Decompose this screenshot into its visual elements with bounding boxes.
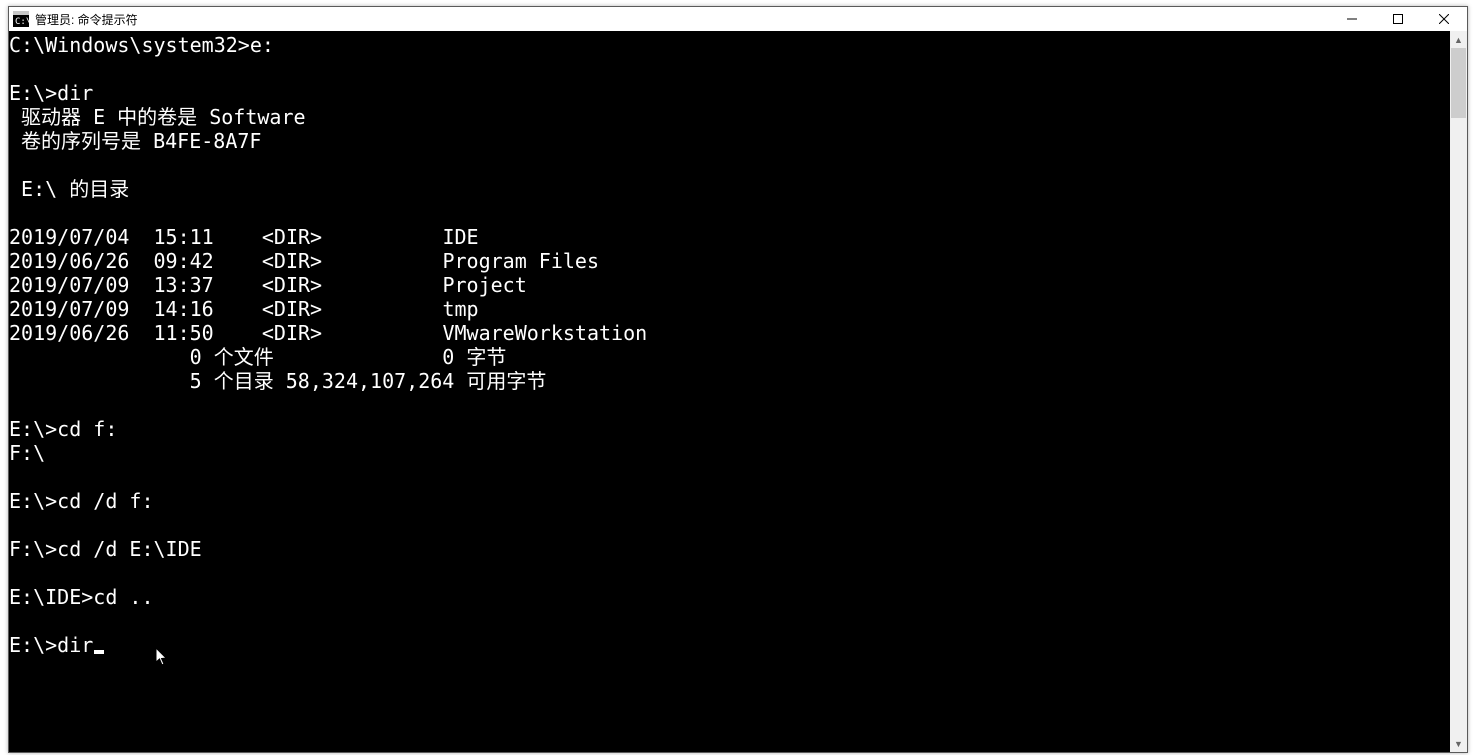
vertical-scrollbar[interactable]: ▲ ▼ <box>1450 31 1467 752</box>
text-cursor <box>94 650 104 654</box>
close-button[interactable] <box>1421 7 1467 31</box>
minimize-button[interactable] <box>1329 7 1375 31</box>
window-title: 管理员: 命令提示符 <box>35 11 138 28</box>
scroll-up-arrow[interactable]: ▲ <box>1450 31 1467 48</box>
maximize-button[interactable] <box>1375 7 1421 31</box>
titlebar[interactable]: C:\ 管理员: 命令提示符 <box>9 7 1467 31</box>
scroll-thumb[interactable] <box>1451 48 1466 118</box>
window-controls <box>1329 7 1467 31</box>
svg-text:C:\: C:\ <box>15 17 29 27</box>
scroll-down-arrow[interactable]: ▼ <box>1450 735 1467 752</box>
current-command-line[interactable]: E:\>dir <box>9 633 93 657</box>
command-prompt-window: C:\ 管理员: 命令提示符 C:\Windows\system32>e: E:… <box>8 6 1468 753</box>
client-area: C:\Windows\system32>e: E:\>dir 驱动器 E 中的卷… <box>9 31 1467 752</box>
cmd-icon: C:\ <box>13 11 29 27</box>
terminal-output[interactable]: C:\Windows\system32>e: E:\>dir 驱动器 E 中的卷… <box>9 31 1450 752</box>
